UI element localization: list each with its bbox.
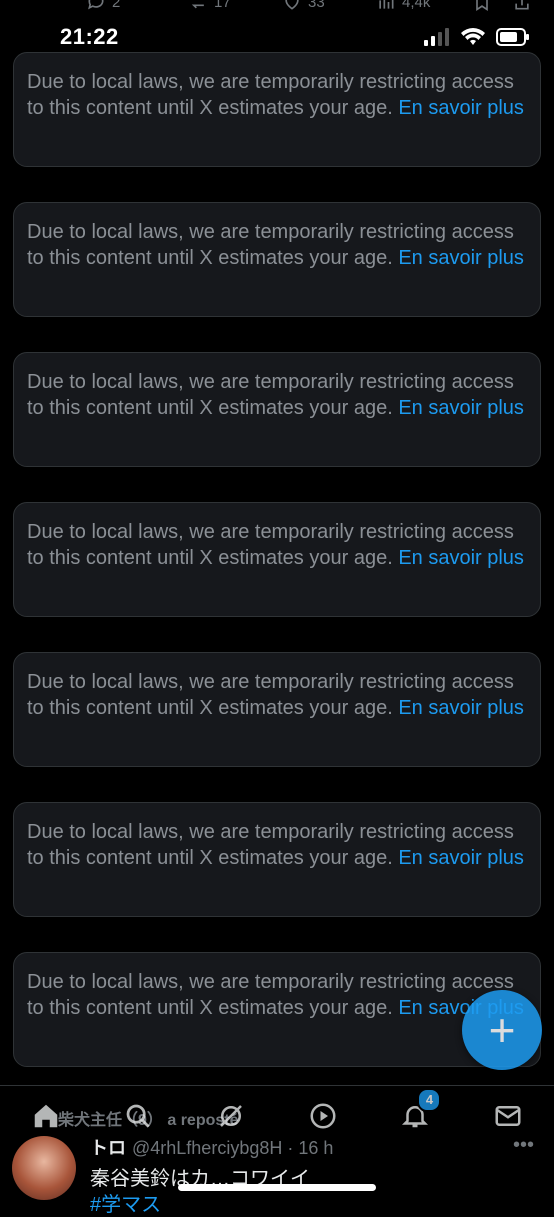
like-action[interactable]: 33 bbox=[282, 0, 325, 12]
age-restriction-notice: Due to local laws, we are temporarily re… bbox=[13, 52, 541, 167]
search-icon bbox=[127, 1104, 151, 1128]
nav-search[interactable] bbox=[118, 1096, 158, 1136]
plus-icon: + bbox=[488, 1004, 516, 1056]
grok-icon bbox=[219, 1105, 242, 1127]
views-icon bbox=[379, 0, 394, 9]
wifi-icon bbox=[461, 28, 485, 45]
status-bar: 21:22 bbox=[0, 18, 554, 56]
compose-button[interactable]: + bbox=[462, 990, 542, 1070]
learn-more-link[interactable]: En savoir plus bbox=[398, 97, 524, 119]
views-count: 4,4k bbox=[402, 0, 431, 11]
age-restriction-notice: Due to local laws, we are temporarily re… bbox=[13, 802, 541, 917]
cellular-signal-icon bbox=[424, 28, 449, 46]
nav-home[interactable] bbox=[26, 1096, 66, 1136]
reply-action[interactable]: 2 bbox=[86, 0, 120, 12]
home-indicator[interactable] bbox=[178, 1184, 376, 1191]
nav-notifications[interactable]: 4 bbox=[395, 1088, 442, 1136]
share-icon bbox=[515, 0, 529, 10]
reply-count: 2 bbox=[112, 0, 121, 11]
tweet-action-bar: 2 17 33 4,4k bbox=[0, 0, 554, 18]
age-restriction-notice: Due to local laws, we are temporarily re… bbox=[13, 352, 541, 467]
mail-icon bbox=[495, 1106, 521, 1126]
status-time: 21:22 bbox=[60, 24, 119, 49]
heart-icon bbox=[285, 0, 299, 10]
reply-icon bbox=[88, 0, 104, 10]
age-restriction-notice: Due to local laws, we are temporarily re… bbox=[13, 652, 541, 767]
nav-video[interactable] bbox=[303, 1096, 343, 1136]
feed: Due to local laws, we are temporarily re… bbox=[13, 52, 541, 1102]
bookmark-icon bbox=[476, 0, 488, 12]
learn-more-link[interactable]: En savoir plus bbox=[398, 397, 524, 419]
age-restriction-notice: Due to local laws, we are temporarily re… bbox=[13, 202, 541, 317]
notifications-badge: 4 bbox=[417, 1088, 442, 1112]
age-restriction-notice: Due to local laws, we are temporarily re… bbox=[13, 502, 541, 617]
age-restriction-notice: Due to local laws, we are temporarily re… bbox=[13, 952, 541, 1067]
bottom-navigation: 4 bbox=[0, 1088, 554, 1144]
nav-messages[interactable] bbox=[488, 1096, 528, 1136]
like-count: 33 bbox=[308, 0, 325, 11]
hashtag-link[interactable]: #学マス bbox=[90, 1188, 161, 1217]
learn-more-link[interactable]: En savoir plus bbox=[398, 547, 524, 569]
repost-action[interactable]: 17 bbox=[188, 0, 231, 12]
learn-more-link[interactable]: En savoir plus bbox=[398, 697, 524, 719]
repost-count: 17 bbox=[214, 0, 231, 11]
bookmark-action[interactable] bbox=[472, 0, 492, 12]
repost-icon bbox=[191, 4, 204, 9]
share-action[interactable] bbox=[512, 0, 532, 12]
home-icon bbox=[34, 1104, 58, 1128]
views-action[interactable]: 4,4k bbox=[376, 0, 430, 12]
status-icons bbox=[424, 27, 530, 47]
learn-more-link[interactable]: En savoir plus bbox=[398, 847, 524, 869]
learn-more-link[interactable]: En savoir plus bbox=[398, 247, 524, 269]
nav-grok[interactable] bbox=[211, 1096, 251, 1136]
avatar[interactable] bbox=[12, 1136, 76, 1200]
battery-icon bbox=[496, 28, 529, 46]
play-icon bbox=[310, 1103, 336, 1129]
